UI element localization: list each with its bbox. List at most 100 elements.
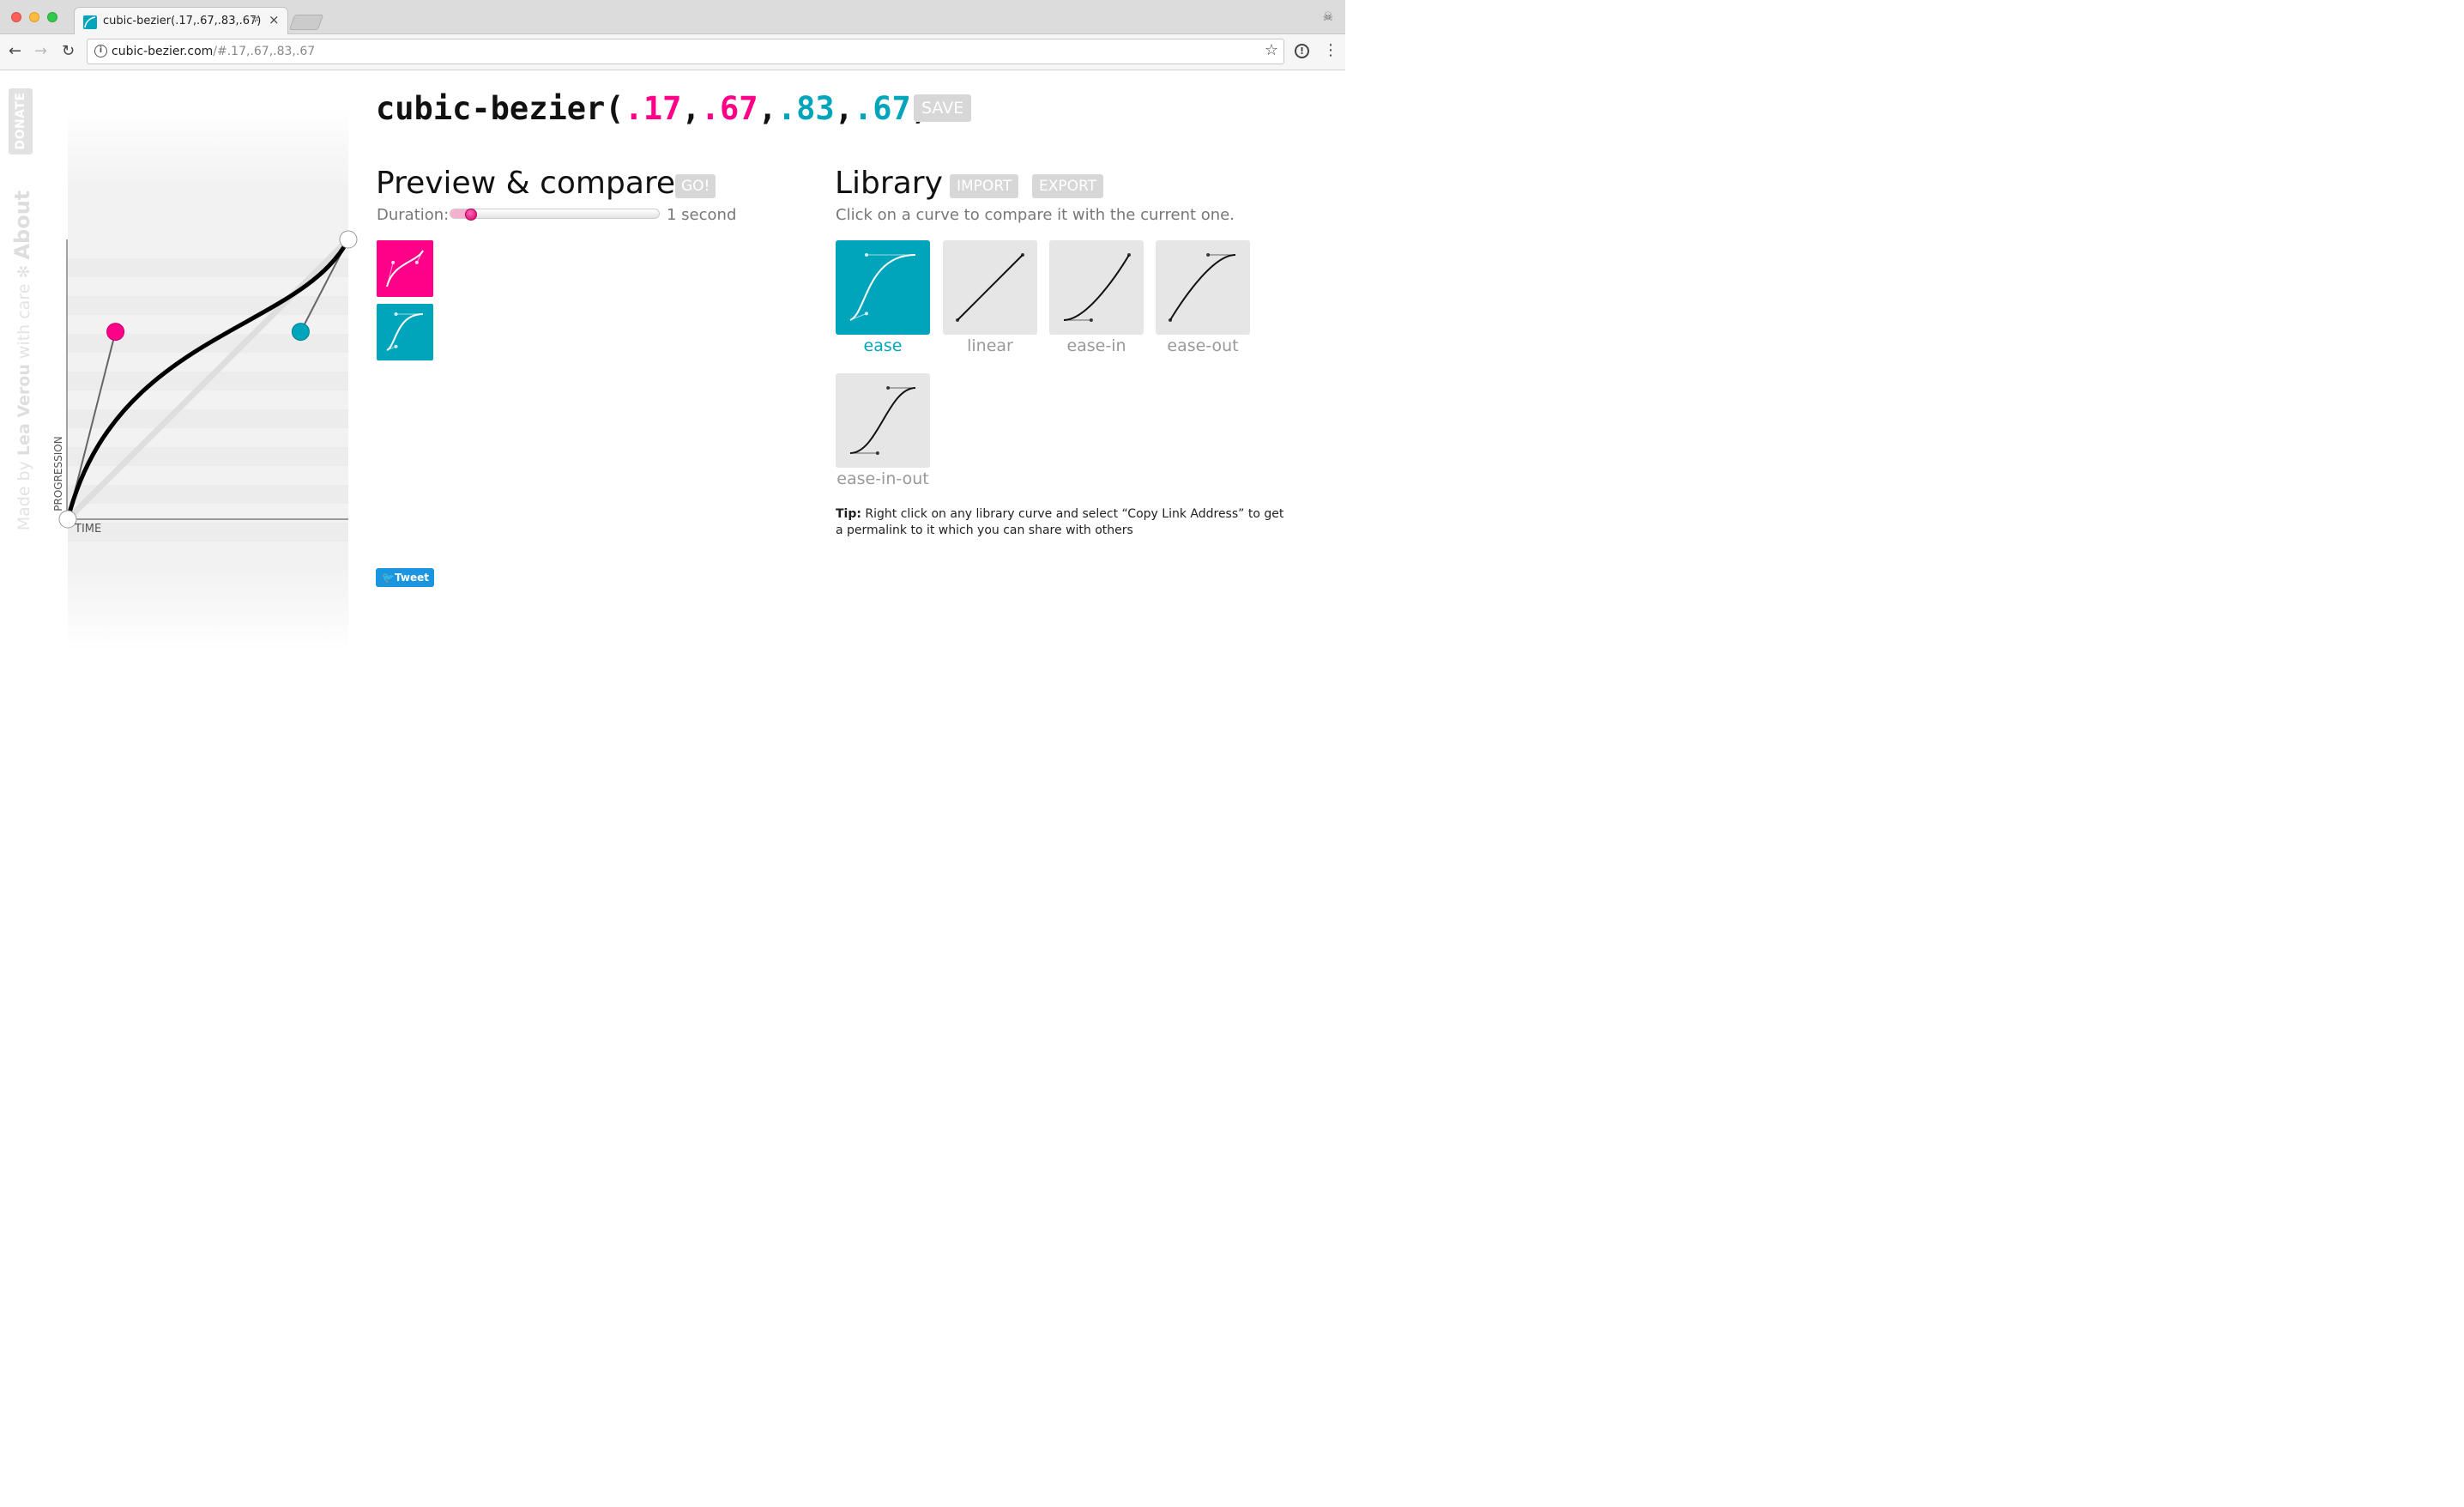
mini-control-point-2 xyxy=(414,260,419,264)
page-content: DONATE Made by Lea Verou with care ✻ Abo… xyxy=(0,70,1345,824)
extension-icon[interactable]: ! xyxy=(1295,44,1309,58)
mini-control-point-1 xyxy=(391,260,396,264)
mini-control-point-2 xyxy=(394,312,398,316)
mini-curve xyxy=(1169,254,1236,321)
mini-curve xyxy=(386,250,424,287)
curve-thumbnail xyxy=(1156,240,1250,335)
grid-stripe xyxy=(68,447,348,466)
preview-current-swatch[interactable] xyxy=(377,240,433,297)
tab-title: cubic-bezier(.17,.67,.83,.67) xyxy=(103,15,262,27)
y-axis-label: PROGRESSION xyxy=(52,436,64,511)
mini-control-point-1 xyxy=(394,344,398,348)
mini-curve xyxy=(849,254,916,321)
library-item-label: ease-in xyxy=(1066,336,1126,355)
url-host: cubic-bezier.com xyxy=(112,45,214,58)
tip-body: Right click on any library curve and sel… xyxy=(836,507,1284,537)
curve-thumbnail-svg xyxy=(849,253,916,321)
favicon-icon xyxy=(83,15,97,29)
url-field[interactable]: i cubic-bezier.com/#.17,.67,.83,.67 ☆ xyxy=(87,39,1284,64)
title-comma-2: , xyxy=(758,90,777,127)
library-item-ease-in[interactable]: ease-in xyxy=(1049,240,1144,355)
title-value-1: .17 xyxy=(624,90,682,127)
grid-stripe xyxy=(68,258,348,277)
start-point xyxy=(58,510,77,529)
import-button[interactable]: IMPORT xyxy=(950,174,1019,198)
library-item-label: ease-out xyxy=(1167,336,1239,355)
tweet-button[interactable]: 🐦 Tweet xyxy=(376,568,434,587)
curve-thumbnail-svg xyxy=(956,253,1024,322)
reload-icon[interactable]: ↻ xyxy=(62,43,75,60)
curve-thumbnail xyxy=(943,240,1037,335)
address-toolbar: ← → ↻ i cubic-bezier.com/#.17,.67,.83,.6… xyxy=(0,34,1345,70)
mini-control-point-1 xyxy=(865,312,868,316)
duration-slider[interactable] xyxy=(450,209,660,219)
mini-control-point-2 xyxy=(1206,253,1211,257)
page-title: cubic-bezier(.17,.67,.83,.67) xyxy=(376,90,930,127)
grid-stripe xyxy=(68,296,348,315)
library-item-label: ease-in-out xyxy=(836,469,929,488)
preview-compare-swatch[interactable] xyxy=(377,304,433,360)
curve-thumbnail xyxy=(1049,240,1144,335)
library-title: Library xyxy=(835,166,943,201)
library-item-ease[interactable]: ease xyxy=(836,240,930,355)
curve-thumbnail-svg xyxy=(1063,253,1131,322)
curve-thumbnail-svg xyxy=(1169,253,1236,322)
window-maximize-button[interactable] xyxy=(47,12,57,22)
title-value-2: .67 xyxy=(700,90,758,127)
back-arrow-icon[interactable]: ← xyxy=(9,43,21,60)
preview-title: Preview & compare xyxy=(376,166,676,201)
title-comma-3: , xyxy=(834,90,854,127)
browser-tab[interactable]: cubic-bezier(.17,.67,.83,.67) ✲ × xyxy=(74,7,288,35)
new-tab-button[interactable] xyxy=(288,15,324,30)
library-item-label: linear xyxy=(967,336,1013,355)
library-item-label: ease xyxy=(863,336,903,355)
bookmark-star-icon[interactable]: ☆ xyxy=(1265,41,1278,59)
title-comma-1: , xyxy=(681,90,701,127)
go-button[interactable]: GO! xyxy=(675,174,716,198)
duration-value: 1 second xyxy=(667,206,737,224)
browser-tab-bar: cubic-bezier(.17,.67,.83,.67) ✲ × ☠ xyxy=(0,0,1345,35)
mini-curve xyxy=(957,254,1024,321)
tweet-label: Tweet xyxy=(395,572,429,584)
title-prefix: cubic-bezier( xyxy=(376,90,625,127)
mini-control-point-1 xyxy=(1089,318,1093,322)
duration-label: Duration: xyxy=(377,206,450,224)
control-point-1-handle[interactable] xyxy=(106,323,125,342)
browser-menu-icon[interactable]: ⋮ xyxy=(1323,41,1338,59)
mini-curve xyxy=(386,313,424,351)
url-path: /#.17,.67,.83,.67 xyxy=(213,45,316,58)
url-text: cubic-bezier.com/#.17,.67,.83,.67 xyxy=(112,45,315,58)
title-value-3: .83 xyxy=(776,90,835,127)
window-close-button[interactable] xyxy=(11,12,21,22)
tab-close-icon[interactable]: × xyxy=(269,12,280,27)
info-icon[interactable]: i xyxy=(94,45,107,57)
grid-stripe xyxy=(68,523,348,542)
library-subtitle: Click on a curve to compare it with the … xyxy=(836,206,1235,224)
curve-thumbnail-svg xyxy=(386,312,424,351)
forward-arrow-icon[interactable]: → xyxy=(34,43,47,60)
twitter-bird-icon: 🐦 xyxy=(382,572,395,584)
library-item-ease-in-out[interactable]: ease-in-out xyxy=(836,373,930,488)
tab-loading-icon: ✲ xyxy=(251,14,260,25)
tip-text: Tip: Right click on any library curve an… xyxy=(836,506,1290,539)
curve-thumbnail-svg xyxy=(386,250,424,287)
save-button[interactable]: SAVE xyxy=(914,94,972,122)
duration-slider-thumb[interactable] xyxy=(464,209,477,221)
control-point-2-handle[interactable] xyxy=(291,323,310,342)
x-axis-label: TIME xyxy=(75,523,102,536)
export-button[interactable]: EXPORT xyxy=(1032,174,1103,198)
grid-stripe xyxy=(68,485,348,504)
window-minimize-button[interactable] xyxy=(29,12,39,22)
tip-label: Tip: xyxy=(836,507,861,521)
library-item-linear[interactable]: linear xyxy=(943,240,1037,355)
mini-curve xyxy=(849,387,916,454)
curve-thumbnail xyxy=(836,240,930,335)
mini-control-point-2 xyxy=(865,253,868,257)
incognito-icon: ☠ xyxy=(1322,10,1333,24)
curve-thumbnail xyxy=(836,373,930,468)
library-item-ease-out[interactable]: ease-out xyxy=(1156,240,1250,355)
mini-curve xyxy=(1063,254,1130,321)
end-point xyxy=(339,230,358,249)
title-value-4: .67 xyxy=(853,90,911,127)
curve-thumbnail-svg xyxy=(849,386,916,455)
